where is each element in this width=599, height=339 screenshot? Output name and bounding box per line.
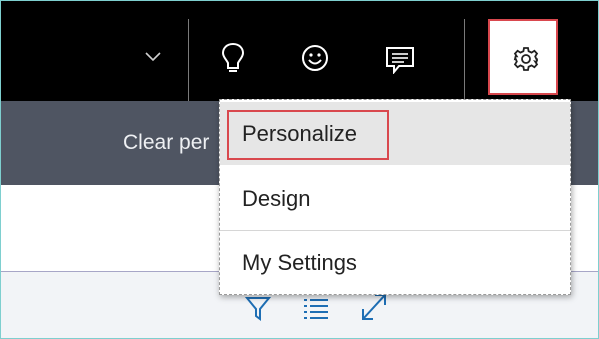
menu-item-label: Design: [242, 185, 311, 211]
menu-item-design[interactable]: Design: [220, 167, 570, 230]
chevron-down-icon[interactable]: [144, 51, 162, 63]
lightbulb-icon[interactable]: [220, 42, 246, 76]
topbar-divider: [188, 19, 189, 101]
expand-icon[interactable]: [360, 292, 388, 322]
app-window: Clear per Personalize Design My Settings: [0, 0, 599, 339]
menu-item-my-settings[interactable]: My Settings: [220, 231, 570, 294]
personalize-highlight: [227, 110, 389, 160]
filter-icon[interactable]: [245, 295, 271, 321]
gear-icon: [513, 46, 539, 72]
clear-personalization-action[interactable]: Clear per: [123, 131, 209, 155]
settings-button[interactable]: [488, 19, 558, 95]
list-icon[interactable]: [303, 296, 329, 320]
smiley-icon[interactable]: [301, 44, 329, 72]
message-icon[interactable]: [385, 46, 415, 74]
settings-dropdown-menu: Personalize Design My Settings: [219, 99, 571, 295]
menu-item-label: My Settings: [242, 249, 357, 275]
topbar-divider: [464, 19, 465, 101]
